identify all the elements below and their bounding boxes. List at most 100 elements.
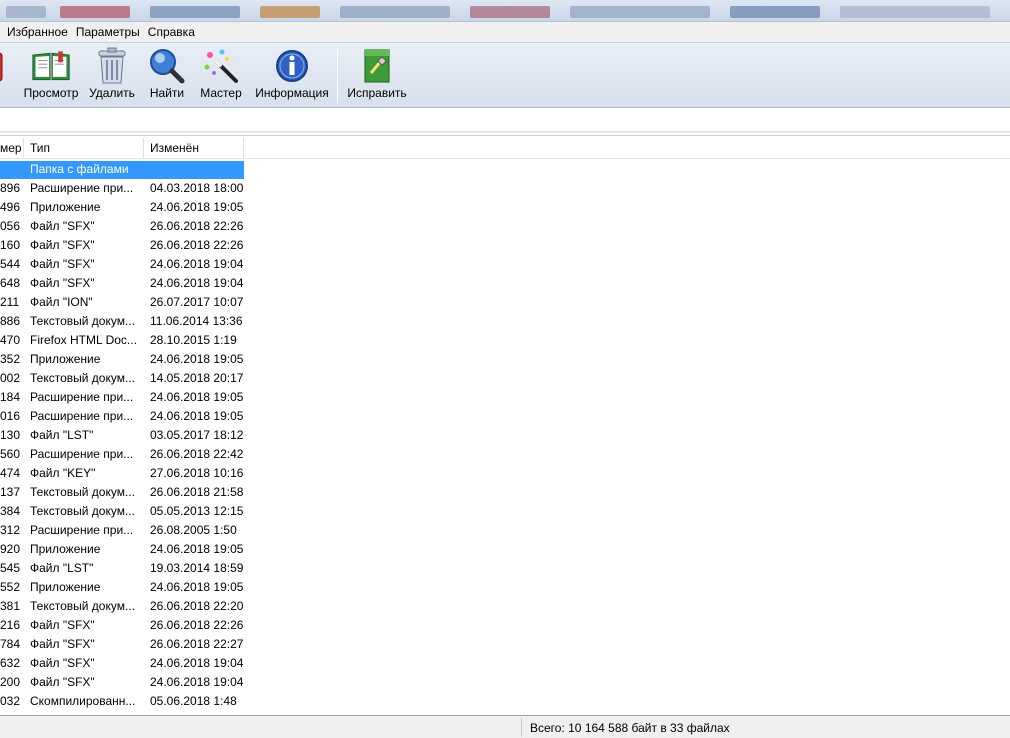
cell-modified: 03.05.2017 18:12 — [150, 428, 244, 442]
column-header-type-label: Тип — [30, 141, 51, 155]
wizard-button[interactable]: Мастер — [198, 47, 244, 105]
cell-type: Папка с файлами — [30, 162, 129, 176]
menu-bar: Избранное Параметры Справка — [0, 22, 1010, 42]
table-row[interactable]: 545 Файл "LST" 19.03.2014 18:59 — [0, 559, 1010, 578]
cell-type: Текстовый докум... — [30, 599, 135, 613]
table-row[interactable]: 137 Текстовый докум... 26.06.2018 21:58 — [0, 483, 1010, 502]
table-row[interactable]: 648 Файл "SFX" 24.06.2018 19:04 — [0, 274, 1010, 293]
table-row[interactable]: 032 Скомпилированн... 05.06.2018 1:48 — [0, 692, 1010, 711]
cell-size: 032 — [0, 694, 21, 708]
cell-modified: 26.06.2018 21:58 — [150, 485, 244, 499]
table-row[interactable]: 496 Приложение 24.06.2018 19:05 — [0, 198, 1010, 217]
table-row[interactable]: 632 Файл "SFX" 24.06.2018 19:04 — [0, 654, 1010, 673]
table-row[interactable]: 130 Файл "LST" 03.05.2017 18:12 — [0, 426, 1010, 445]
cell-modified: 26.07.2017 10:07 — [150, 295, 244, 309]
cell-type: Текстовый докум... — [30, 314, 135, 328]
table-row[interactable]: 184 Расширение при... 24.06.2018 19:05 — [0, 388, 1010, 407]
menu-options[interactable]: Параметры — [75, 22, 147, 42]
cell-modified: 14.05.2018 20:17 — [150, 371, 244, 385]
cell-modified: 05.06.2018 1:48 — [150, 694, 237, 708]
cell-type: Файл "SFX" — [30, 238, 95, 252]
table-row[interactable]: 216 Файл "SFX" 26.06.2018 22:26 — [0, 616, 1010, 635]
table-row[interactable]: 560 Расширение при... 26.06.2018 22:42 — [0, 445, 1010, 464]
column-header-type[interactable]: Тип — [24, 138, 144, 158]
cell-type: Файл "SFX" — [30, 656, 95, 670]
column-header-modified[interactable]: Изменён — [144, 138, 244, 158]
toolbar-button-partial[interactable] — [0, 47, 4, 105]
cell-type: Файл "ION" — [30, 295, 93, 309]
table-row[interactable]: 920 Приложение 24.06.2018 19:05 — [0, 540, 1010, 559]
cell-modified: 26.06.2018 22:20 — [150, 599, 244, 613]
path-bar[interactable] — [0, 108, 1010, 136]
cell-size: 544 — [0, 257, 21, 271]
menu-favorites-label: Избранное — [7, 25, 68, 39]
repair-button[interactable]: Исправить — [346, 47, 408, 105]
view-button[interactable]: Просмотр — [20, 47, 82, 105]
cell-size: 056 — [0, 219, 21, 233]
cell-modified: 24.06.2018 19:04 — [150, 675, 244, 689]
table-row[interactable]: 544 Файл "SFX" 24.06.2018 19:04 — [0, 255, 1010, 274]
table-row[interactable]: 211 Файл "ION" 26.07.2017 10:07 — [0, 293, 1010, 312]
taskbar-blob — [730, 6, 820, 18]
magnifier-icon — [147, 47, 187, 85]
cell-type: Текстовый докум... — [30, 371, 135, 385]
info-button-label: Информация — [255, 86, 329, 100]
cell-size: 886 — [0, 314, 21, 328]
table-row[interactable]: Папка с файлами — [0, 160, 1010, 179]
info-button[interactable]: Информация — [254, 47, 330, 105]
table-row[interactable]: 552 Приложение 24.06.2018 19:05 — [0, 578, 1010, 597]
toolbar-separator — [337, 49, 338, 103]
toolbar: Просмотр Удалить Найти Мастер Информация… — [0, 42, 1010, 108]
menu-options-label: Параметры — [75, 25, 140, 39]
menu-help[interactable]: Справка — [147, 22, 202, 42]
table-row[interactable]: 016 Расширение при... 24.06.2018 19:05 — [0, 407, 1010, 426]
taskbar-blob — [60, 6, 130, 18]
taskbar-blob — [470, 6, 550, 18]
table-row[interactable]: 312 Расширение при... 26.08.2005 1:50 — [0, 521, 1010, 540]
cell-size: 016 — [0, 409, 21, 423]
table-row[interactable]: 784 Файл "SFX" 26.06.2018 22:27 — [0, 635, 1010, 654]
delete-button[interactable]: Удалить — [88, 47, 136, 105]
cell-type: Файл "SFX" — [30, 618, 95, 632]
column-header-size[interactable]: мер — [0, 138, 24, 158]
table-row[interactable]: 474 Файл "KEY" 27.06.2018 10:16 — [0, 464, 1010, 483]
cell-type: Приложение — [30, 580, 101, 594]
find-button-label: Найти — [149, 86, 185, 100]
cell-modified: 26.06.2018 22:26 — [150, 618, 244, 632]
cell-type: Текстовый докум... — [30, 485, 135, 499]
table-row[interactable]: 056 Файл "SFX" 26.06.2018 22:26 — [0, 217, 1010, 236]
cell-type: Приложение — [30, 200, 101, 214]
table-row[interactable]: 896 Расширение при... 04.03.2018 18:00 — [0, 179, 1010, 198]
table-row[interactable]: 886 Текстовый докум... 11.06.2014 13:36 — [0, 312, 1010, 331]
menu-help-label: Справка — [147, 25, 195, 39]
cell-type: Файл "SFX" — [30, 637, 95, 651]
cell-modified: 24.06.2018 19:04 — [150, 656, 244, 670]
cell-size: 470 — [0, 333, 21, 347]
cell-modified: 28.10.2015 1:19 — [150, 333, 237, 347]
table-row[interactable]: 470 Firefox HTML Doc... 28.10.2015 1:19 — [0, 331, 1010, 350]
status-bar: Всего: 10 164 588 байт в 33 файлах — [0, 715, 1010, 738]
trash-icon — [92, 47, 132, 85]
table-row[interactable]: 352 Приложение 24.06.2018 19:05 — [0, 350, 1010, 369]
cell-modified: 26.06.2018 22:42 — [150, 447, 244, 461]
column-header-modified-label: Изменён — [150, 141, 199, 155]
cell-type: Файл "SFX" — [30, 219, 95, 233]
cell-modified: 24.06.2018 19:05 — [150, 200, 244, 214]
cell-modified: 24.06.2018 19:05 — [150, 542, 244, 556]
info-icon — [272, 47, 312, 85]
menu-favorites[interactable]: Избранное — [6, 22, 75, 42]
cell-modified: 26.06.2018 22:27 — [150, 637, 244, 651]
cell-modified: 24.06.2018 19:05 — [150, 390, 244, 404]
repair-icon — [357, 47, 397, 85]
cell-size: 137 — [0, 485, 21, 499]
find-button[interactable]: Найти — [146, 47, 188, 105]
table-row[interactable]: 160 Файл "SFX" 26.06.2018 22:26 — [0, 236, 1010, 255]
cell-size: 920 — [0, 542, 21, 556]
table-row[interactable]: 384 Текстовый докум... 05.05.2013 12:15 — [0, 502, 1010, 521]
table-row[interactable]: 200 Файл "SFX" 24.06.2018 19:04 — [0, 673, 1010, 692]
view-button-label: Просмотр — [23, 86, 79, 100]
table-row[interactable]: 381 Текстовый докум... 26.06.2018 22:20 — [0, 597, 1010, 616]
cell-type: Файл "SFX" — [30, 257, 95, 271]
table-row[interactable]: 002 Текстовый докум... 14.05.2018 20:17 — [0, 369, 1010, 388]
cell-modified: 24.06.2018 19:04 — [150, 276, 244, 290]
